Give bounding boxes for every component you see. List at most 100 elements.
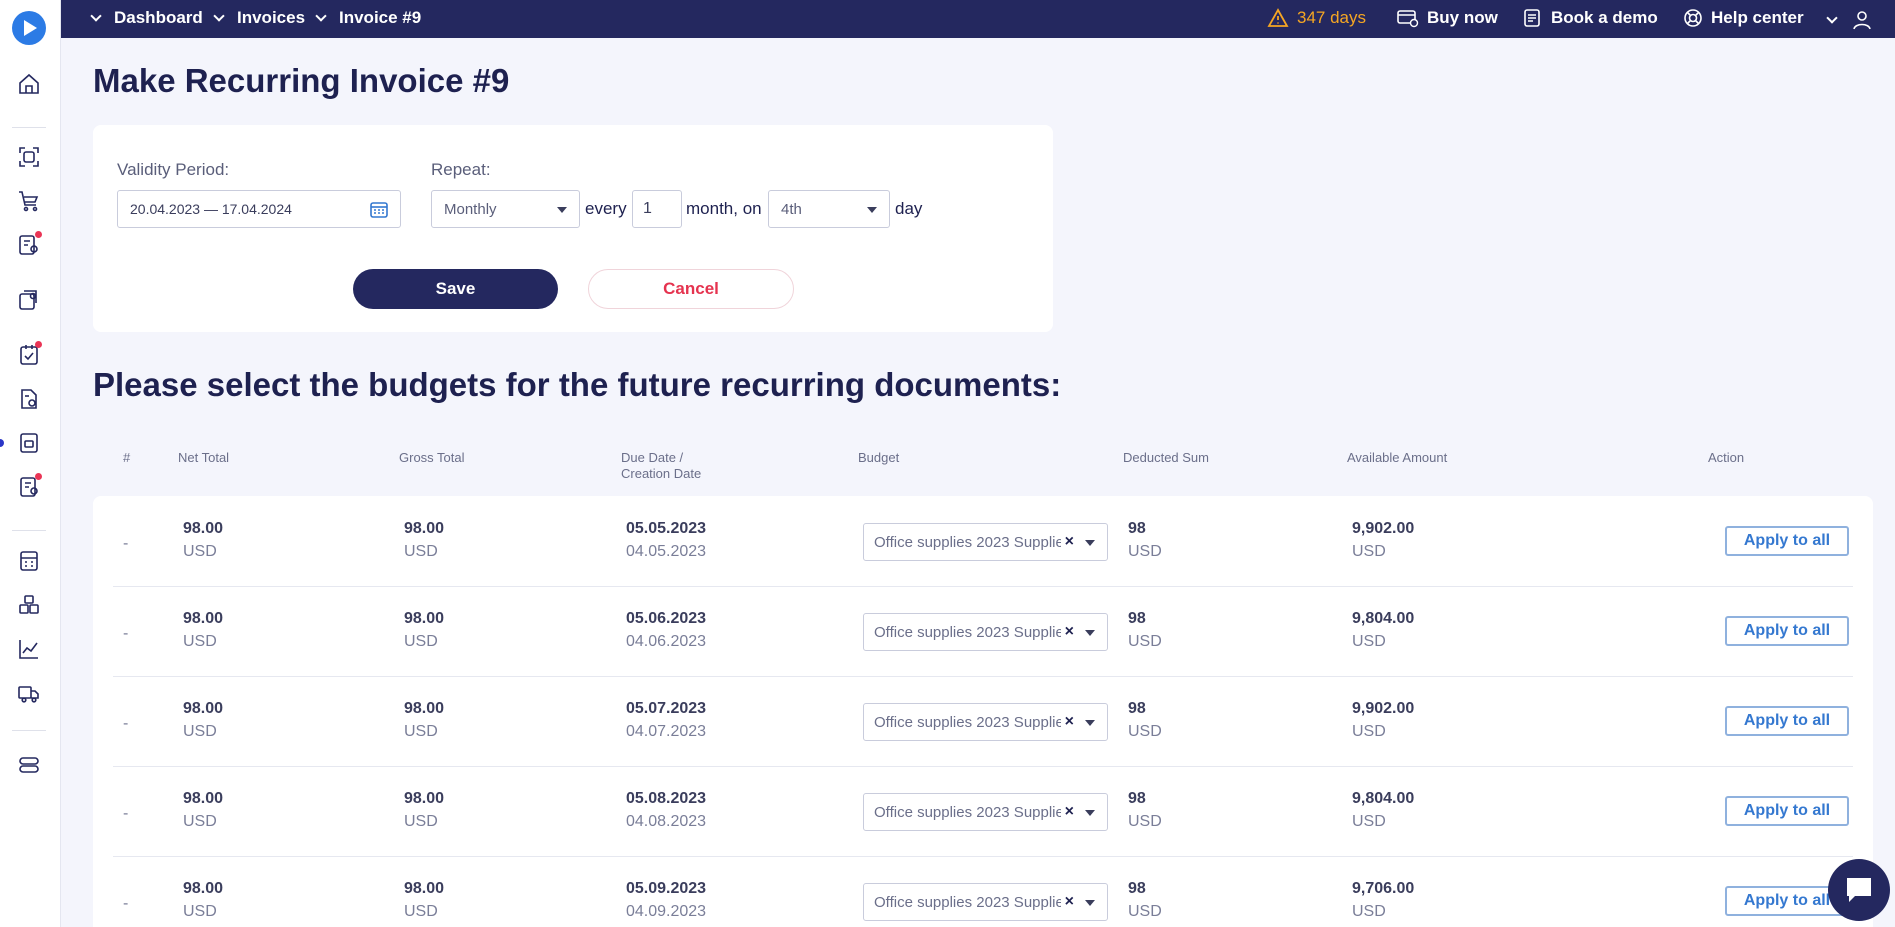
- available-amount-value: 9,902.00: [1352, 520, 1415, 537]
- apply-to-all-button[interactable]: Apply to all: [1725, 526, 1849, 556]
- due-date-value: 05.05.2023: [626, 520, 707, 537]
- due-date-value: 05.08.2023: [626, 790, 707, 807]
- available-amount-currency: USD: [1352, 543, 1386, 560]
- gross-total-value: 98.00: [404, 880, 445, 897]
- column-header-creation-line: Creation Date: [621, 466, 702, 481]
- notification-dot: [35, 473, 42, 480]
- budget-select[interactable]: Office supplies 2023 Supplies ×: [863, 523, 1108, 561]
- apply-to-all-button[interactable]: Apply to all: [1725, 796, 1849, 826]
- payments-icon[interactable]: [17, 473, 42, 499]
- section-title: Please select the budgets for the future…: [93, 366, 1062, 403]
- table-row: - 98.00 USD 98.00 USD 05.05.2023 04.05.2023…: [113, 497, 1853, 587]
- budget-select[interactable]: Office supplies 2023 Supplies ×: [863, 883, 1108, 921]
- user-icon: [1853, 11, 1871, 30]
- gross-total-cell: 98.00 USD: [404, 607, 444, 653]
- home-icon[interactable]: [17, 72, 41, 96]
- save-button[interactable]: Save: [353, 269, 558, 309]
- deducted-sum-cell: 98 USD: [1128, 877, 1162, 923]
- row-number: -: [123, 535, 129, 552]
- due-date-cell: 05.07.2023 04.07.2023: [626, 697, 706, 743]
- deducted-sum-value: 98: [1128, 610, 1146, 627]
- validity-period-value: 20.04.2023 — 17.04.2024: [130, 201, 292, 217]
- document-check-icon[interactable]: [17, 387, 41, 411]
- every-interval-input[interactable]: 1: [632, 190, 682, 228]
- chevron-down-icon: [90, 10, 102, 22]
- validity-period-label: Validity Period:: [117, 160, 230, 179]
- clear-icon[interactable]: ×: [1065, 623, 1074, 641]
- sidebar-divider: [12, 127, 46, 128]
- budget-select[interactable]: Office supplies 2023 Supplies ×: [863, 613, 1108, 651]
- recurring-document-icon[interactable]: [17, 431, 41, 455]
- budget-select[interactable]: Office supplies 2023 Supplies ×: [863, 703, 1108, 741]
- clear-icon[interactable]: ×: [1065, 803, 1074, 821]
- documents-user-icon[interactable]: [17, 288, 41, 312]
- boxes-icon[interactable]: [17, 593, 41, 617]
- available-amount-value: 9,706.00: [1352, 880, 1415, 897]
- net-total-currency: USD: [183, 813, 217, 830]
- budget-value: Office supplies 2023 Supplies: [874, 894, 1061, 911]
- scan-icon[interactable]: [17, 145, 41, 169]
- clear-icon[interactable]: ×: [1065, 713, 1074, 731]
- buy-now-button[interactable]: Buy now: [1397, 8, 1498, 28]
- user-menu[interactable]: [1826, 10, 1880, 30]
- calendar-icon: [1524, 9, 1540, 27]
- column-header-action: Action: [1708, 450, 1745, 465]
- creation-date-value: 04.09.2023: [626, 903, 707, 920]
- day-select[interactable]: 4th: [768, 190, 890, 228]
- invoice-user-icon[interactable]: [17, 231, 42, 257]
- deducted-sum-cell: 98 USD: [1128, 787, 1162, 833]
- chevron-down-icon: [1826, 12, 1838, 24]
- repeat-select[interactable]: Monthly: [431, 190, 580, 228]
- apply-to-all-button[interactable]: Apply to all: [1725, 616, 1849, 646]
- clear-icon[interactable]: ×: [1065, 893, 1074, 911]
- day-text: day: [895, 199, 923, 218]
- cart-icon[interactable]: [17, 189, 41, 213]
- net-total-value: 98.00: [183, 700, 224, 717]
- table-row: - 98.00 USD 98.00 USD 05.09.2023 04.09.2023…: [113, 857, 1853, 927]
- help-center-label: Help center: [1711, 8, 1804, 27]
- column-header-deducted-sum: Deducted Sum: [1123, 450, 1209, 465]
- budget-value: Office supplies 2023 Supplies: [874, 534, 1061, 551]
- deducted-sum-value: 98: [1128, 880, 1146, 897]
- deducted-sum-currency: USD: [1128, 723, 1162, 740]
- available-amount-value: 9,804.00: [1352, 790, 1415, 807]
- row-number: -: [123, 715, 129, 732]
- creation-date-value: 04.06.2023: [626, 633, 707, 650]
- column-header-available-amount: Available Amount: [1347, 450, 1448, 465]
- trial-days-indicator[interactable]: 347 days: [1267, 8, 1366, 28]
- creation-date-value: 04.07.2023: [626, 723, 707, 740]
- column-header-due-line: Due Date /: [621, 450, 684, 465]
- caret-down-icon: [1085, 540, 1095, 546]
- help-center-button[interactable]: Help center: [1683, 8, 1804, 28]
- budget-select[interactable]: Office supplies 2023 Supplies ×: [863, 793, 1108, 831]
- cancel-button[interactable]: Cancel: [588, 269, 794, 309]
- app-logo-icon[interactable]: [12, 11, 46, 45]
- deducted-sum-cell: 98 USD: [1128, 517, 1162, 563]
- repeat-value: Monthly: [444, 201, 497, 218]
- chart-icon[interactable]: [17, 637, 41, 661]
- breadcrumb-invoices[interactable]: Invoices: [213, 8, 305, 28]
- net-total-cell: 98.00 USD: [183, 877, 223, 923]
- table-row: - 98.00 USD 98.00 USD 05.07.2023 04.07.2023…: [113, 677, 1853, 767]
- truck-icon[interactable]: [17, 681, 41, 705]
- breadcrumb-invoice[interactable]: Invoice #9: [315, 8, 421, 28]
- sidebar-divider: [12, 530, 46, 531]
- calendar-icon[interactable]: [370, 200, 388, 218]
- deducted-sum-value: 98: [1128, 700, 1146, 717]
- validity-period-input[interactable]: 20.04.2023 — 17.04.2024: [117, 190, 401, 228]
- clear-icon[interactable]: ×: [1065, 533, 1074, 551]
- book-demo-button[interactable]: Book a demo: [1523, 8, 1658, 28]
- calculator-icon[interactable]: [17, 549, 41, 573]
- budget-value: Office supplies 2023 Supplies: [874, 624, 1061, 641]
- gross-total-value: 98.00: [404, 790, 445, 807]
- approval-icon[interactable]: [17, 341, 42, 367]
- settings-toggle-icon[interactable]: [17, 753, 41, 777]
- apply-to-all-button[interactable]: Apply to all: [1725, 706, 1849, 736]
- breadcrumb-dashboard[interactable]: Dashboard: [90, 8, 203, 28]
- deducted-sum-value: 98: [1128, 520, 1146, 537]
- gross-total-currency: USD: [404, 903, 438, 920]
- table-row: - 98.00 USD 98.00 USD 05.08.2023 04.08.2023…: [113, 767, 1853, 857]
- chat-widget-button[interactable]: [1828, 859, 1890, 921]
- due-date-cell: 05.06.2023 04.06.2023: [626, 607, 706, 653]
- chevron-down-icon: [315, 10, 327, 22]
